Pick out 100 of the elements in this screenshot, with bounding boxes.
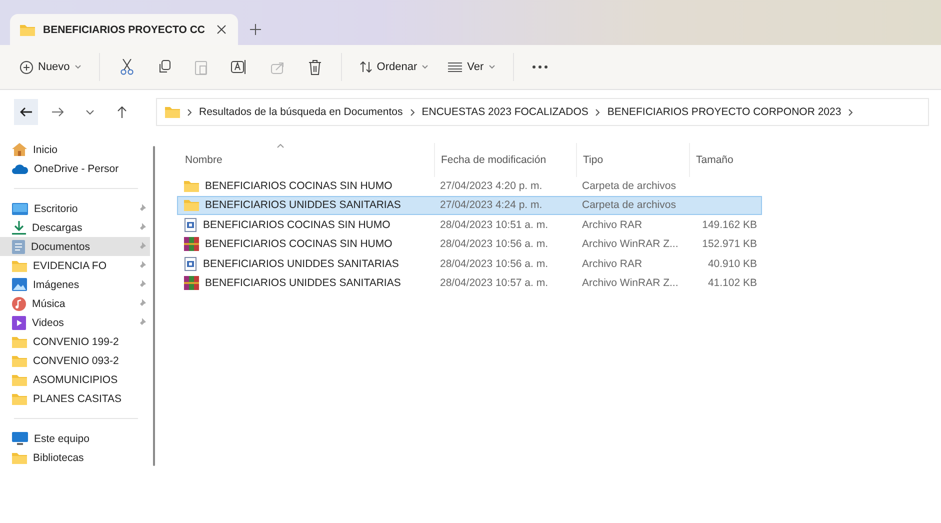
plus-icon bbox=[250, 24, 261, 35]
sidebar-item[interactable]: Videos bbox=[0, 313, 150, 332]
dropdown-caret-icon bbox=[74, 65, 81, 69]
folder-icon bbox=[12, 374, 27, 386]
file-row[interactable]: BENEFICIARIOS COCINAS SIN HUMO 27/04/2023 4:20 p. m. Carpeta de archivos bbox=[177, 176, 762, 196]
rename-icon bbox=[230, 60, 247, 74]
sidebar-item[interactable]: PLANES CASITAS bbox=[0, 389, 150, 408]
window-tab[interactable]: BENEFICIARIOS PROYECTO CC bbox=[10, 14, 238, 45]
address-bar[interactable]: Resultados de la búsqueda en Documentos ENCUESTAS 2023 FOCALIZADOS BENEFICIARIOS PROYECTO CORPONOR 2023 bbox=[156, 98, 929, 126]
desktop-icon bbox=[12, 202, 28, 214]
chevron-icon bbox=[187, 108, 192, 116]
file-name: BENEFICIARIOS COCINAS SIN HUMO bbox=[205, 180, 392, 192]
dropdown-caret-icon bbox=[488, 65, 495, 69]
sort-arrows-icon bbox=[360, 61, 372, 73]
modified-date: 28/04/2023 10:51 a. m. bbox=[439, 218, 549, 231]
folder-icon bbox=[12, 336, 27, 348]
archive-file-icon bbox=[184, 256, 197, 271]
file-row[interactable]: BENEFICIARIOS UNIDDES SANITARIAS 28/04/2023 10:57 a. m. Archivo WinRAR Z... 41.102 KB bbox=[177, 274, 762, 293]
add-circle-icon bbox=[20, 60, 33, 74]
file-row[interactable]: BENEFICIARIOS COCINAS SIN HUMO 28/04/2023 10:56 a. m. Archivo WinRAR Z... 152.971 KB bbox=[177, 234, 762, 254]
trash-icon bbox=[308, 60, 321, 74]
sidebar-item[interactable]: CONVENIO 093-2 bbox=[0, 351, 150, 370]
copy-icon bbox=[158, 60, 171, 74]
column-header[interactable]: Nombre bbox=[178, 143, 434, 177]
books-stack-icon bbox=[184, 237, 199, 252]
folder-icon bbox=[165, 106, 180, 118]
file-type: Archivo WinRAR Z... bbox=[581, 277, 680, 290]
document-icon bbox=[12, 240, 25, 254]
books-stack-icon bbox=[184, 276, 199, 290]
folder-icon bbox=[12, 260, 27, 272]
modified-date: 27/04/2023 4:20 p. m. bbox=[439, 180, 544, 192]
sidebar-item[interactable]: OneDrive - Persor bbox=[0, 159, 150, 178]
breadcrumb-item[interactable]: ENCUESTAS 2023 FOCALIZADOS bbox=[422, 106, 588, 118]
video-icon bbox=[12, 316, 26, 330]
view-button[interactable]: Ver bbox=[440, 52, 503, 82]
download-icon bbox=[12, 220, 26, 234]
home-icon bbox=[12, 143, 27, 156]
forward-arrow-icon bbox=[52, 107, 64, 117]
new-button[interactable]: Nuevo bbox=[12, 52, 89, 82]
close-icon bbox=[217, 25, 226, 34]
modified-date: 28/04/2023 10:56 a. m. bbox=[439, 258, 549, 270]
file-row[interactable]: BENEFICIARIOS UNIDDES SANITARIAS 28/04/2023 10:56 a. m. Archivo RAR 40.910 KB bbox=[177, 254, 762, 274]
file-name: BENEFICIARIOS UNIDDES SANITARIAS bbox=[203, 258, 399, 270]
file-type: Archivo RAR bbox=[581, 218, 644, 231]
file-row[interactable]: BENEFICIARIOS COCINAS SIN HUMO 28/04/2023 10:51 a. m. Archivo RAR 149.162 KB bbox=[177, 215, 762, 234]
modified-date: 28/04/2023 10:56 a. m. bbox=[439, 238, 549, 250]
breadcrumb-item[interactable]: Resultados de la búsqueda en Documentos bbox=[199, 106, 403, 118]
file-row[interactable]: BENEFICIARIOS UNIDDES SANITARIAS 27/04/2023 4:24 p. m. Carpeta de archivos bbox=[177, 196, 762, 215]
lines-icon bbox=[448, 62, 462, 72]
tab-title: BENEFICIARIOS PROYECTO CC bbox=[43, 24, 206, 36]
column-header[interactable]: Fecha de modificación bbox=[434, 143, 576, 177]
sort-button[interactable]: Ordenar bbox=[352, 52, 436, 82]
folder-icon bbox=[12, 392, 27, 404]
folder-icon bbox=[184, 199, 199, 212]
dropdown-caret-icon bbox=[422, 65, 428, 69]
more-icon bbox=[532, 65, 548, 69]
cut-icon bbox=[120, 59, 134, 75]
sidebar-item[interactable]: ASOMUNICIPIOS bbox=[0, 370, 150, 389]
sidebar-item[interactable]: CONVENIO 199-2 bbox=[0, 332, 150, 351]
new-tab-button[interactable] bbox=[248, 22, 263, 37]
chevron-icon bbox=[848, 108, 854, 116]
sidebar-item[interactable]: Descargas bbox=[0, 218, 150, 237]
back-button[interactable] bbox=[14, 99, 38, 125]
folder-icon bbox=[184, 180, 199, 192]
file-name: BENEFICIARIOS COCINAS SIN HUMO bbox=[205, 238, 392, 250]
clipboard-icon bbox=[194, 60, 207, 74]
chevron-icon bbox=[410, 108, 415, 116]
file-name: BENEFICIARIOS COCINAS SIN HUMO bbox=[203, 218, 390, 231]
archive-file-icon bbox=[184, 218, 197, 232]
file-size: 40.910 KB bbox=[706, 258, 758, 270]
sort-caret-icon bbox=[277, 144, 284, 148]
sidebar-item[interactable]: Música bbox=[0, 294, 150, 313]
cloud-icon bbox=[12, 164, 28, 174]
sidebar-item[interactable]: Este equipo bbox=[0, 429, 150, 448]
file-size: 152.971 KB bbox=[701, 238, 758, 250]
sidebar-item[interactable]: Escritorio bbox=[0, 199, 150, 218]
image-icon bbox=[12, 278, 27, 291]
file-name: BENEFICIARIOS UNIDDES SANITARIAS bbox=[205, 199, 401, 212]
column-header[interactable]: Tamaño bbox=[689, 143, 763, 177]
sidebar-item[interactable]: Inicio bbox=[0, 140, 150, 159]
file-size: 149.162 KB bbox=[701, 218, 758, 231]
modified-date: 28/04/2023 10:57 a. m. bbox=[439, 277, 549, 290]
back-arrow-icon bbox=[20, 107, 32, 117]
up-arrow-icon bbox=[117, 106, 127, 118]
modified-date: 27/04/2023 4:24 p. m. bbox=[439, 199, 544, 212]
close-tab-button[interactable] bbox=[215, 23, 228, 36]
chevron-icon bbox=[595, 108, 600, 116]
file-type: Archivo WinRAR Z... bbox=[581, 238, 680, 250]
folder-icon bbox=[12, 452, 27, 464]
file-type: Carpeta de archivos bbox=[581, 199, 677, 212]
file-type: Archivo RAR bbox=[581, 258, 644, 270]
sidebar-item[interactable]: Bibliotecas bbox=[0, 448, 150, 467]
file-size: 41.102 KB bbox=[706, 277, 758, 290]
sidebar-item[interactable]: Imágenes bbox=[0, 275, 150, 294]
music-icon bbox=[12, 296, 26, 310]
breadcrumb-item[interactable]: BENEFICIARIOS PROYECTO CORPONOR 2023 bbox=[607, 106, 842, 118]
sidebar-item[interactable]: Documentos bbox=[0, 237, 150, 256]
column-header[interactable]: Tipo bbox=[576, 143, 689, 177]
chevron-down-icon bbox=[86, 110, 94, 114]
sidebar-item[interactable]: EVIDENCIA FO bbox=[0, 256, 150, 275]
